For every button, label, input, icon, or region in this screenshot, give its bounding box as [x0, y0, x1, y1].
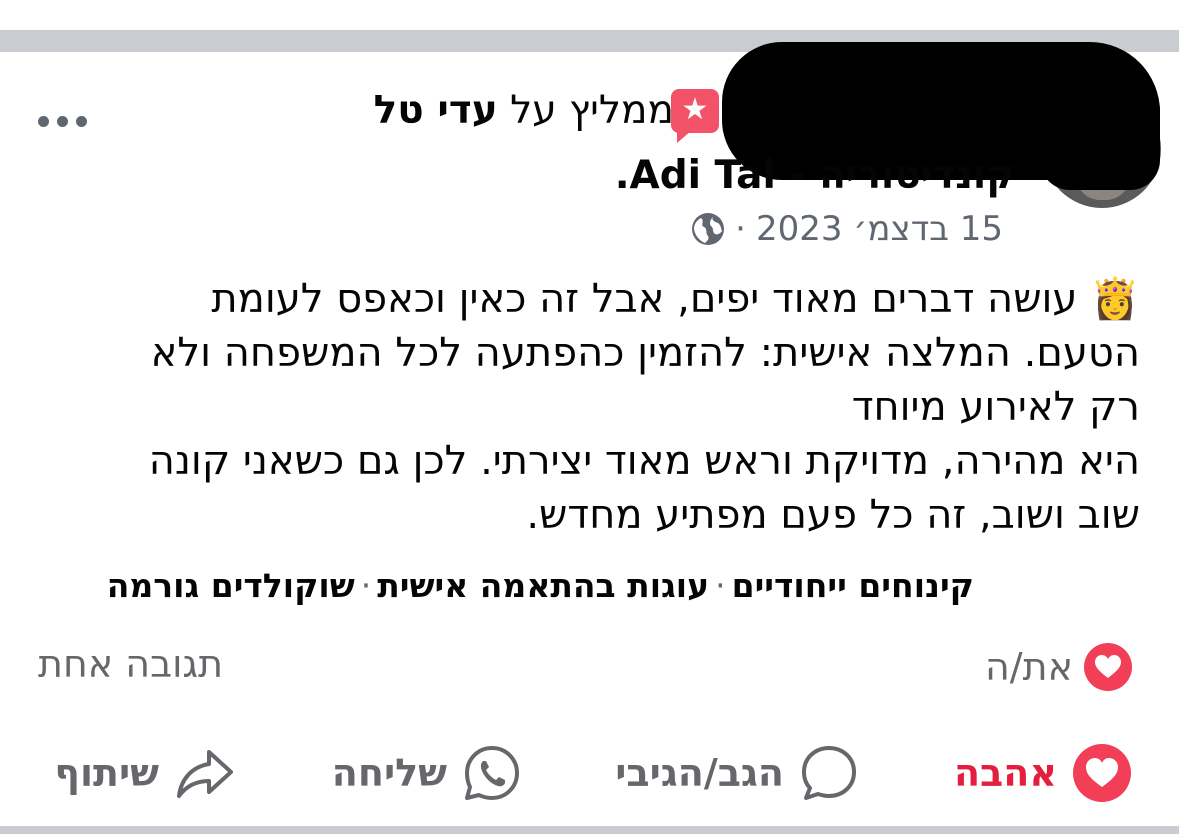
- share-label: שיתוף: [54, 751, 159, 795]
- comment-button[interactable]: הגב/הגיבי: [615, 738, 860, 808]
- bottom-divider: [0, 826, 1179, 834]
- recommender-name[interactable]: עדי טל: [374, 88, 498, 133]
- tag: קינוחים ייחודיים: [731, 566, 974, 605]
- tag: שוקולדים גורמה: [106, 566, 355, 605]
- love-button[interactable]: אהבה: [954, 738, 1133, 808]
- tag: עוגות בהתאמה אישית: [377, 566, 710, 605]
- tag-separator: ·: [360, 566, 372, 605]
- comments-count-link[interactable]: תגובה אחת: [38, 642, 223, 686]
- more-options-button[interactable]: [38, 106, 96, 136]
- comment-icon: [802, 746, 856, 800]
- review-body: 👸 עושה דברים מאוד יפים, אבל זה כאין וכאפ…: [40, 272, 1140, 542]
- review-line: רק לאירוע מיוחד: [851, 384, 1140, 430]
- review-line: הטעם. המלצה אישית: להזמין כהפתעה לכל המש…: [150, 330, 1140, 376]
- tag-separator: ·: [715, 566, 726, 605]
- comment-label: הגב/הגיבי: [615, 751, 784, 795]
- review-line: היא מהירה, מדויקת וראש מאוד יצירתי. לכן …: [148, 438, 1140, 484]
- post-meta: 15 בדצמ׳ 2023 ·: [691, 206, 1003, 252]
- love-label: אהבה: [953, 751, 1057, 795]
- recommends-label: ממליץ על: [510, 88, 674, 133]
- more-icon-dot: [57, 115, 68, 127]
- heart-icon: [1084, 643, 1132, 691]
- reactions-summary[interactable]: את/ה: [985, 642, 1133, 692]
- review-line: 👸 עושה דברים מאוד יפים, אבל זה כאין וכאפ…: [211, 276, 1140, 322]
- whatsapp-icon: [465, 746, 519, 800]
- meta-separator: ·: [735, 209, 746, 249]
- action-bar: אהבה הגב/הגיבי שליחה שיתוף: [0, 738, 1179, 808]
- more-icon: [38, 115, 49, 127]
- review-tags: קינוחים ייחודיים·עוגות בהתאמה אישית·שוקו…: [107, 562, 974, 610]
- recommendation-header: ממליץ על עדי טל: [374, 86, 674, 136]
- post-date[interactable]: 15 בדצמ׳ 2023: [756, 206, 1003, 252]
- redaction-mark-2: [1040, 80, 1160, 190]
- send-label: שליחה: [331, 751, 447, 795]
- share-button[interactable]: שיתוף: [54, 738, 235, 808]
- send-button[interactable]: שליחה: [332, 738, 523, 808]
- review-line: שוב ושוב, זה כל פעם מפתיע מחדש.: [526, 492, 1140, 538]
- globe-icon: [692, 213, 725, 245]
- heart-icon: [1073, 744, 1131, 802]
- page-name-link[interactable]: קונדיטוריה - Adi Tal.: [615, 150, 1015, 202]
- star-bubble-icon: ★: [671, 89, 719, 143]
- reaction-label: את/ה: [984, 645, 1073, 689]
- more-icon-dot: [76, 115, 87, 127]
- share-icon: [177, 750, 233, 798]
